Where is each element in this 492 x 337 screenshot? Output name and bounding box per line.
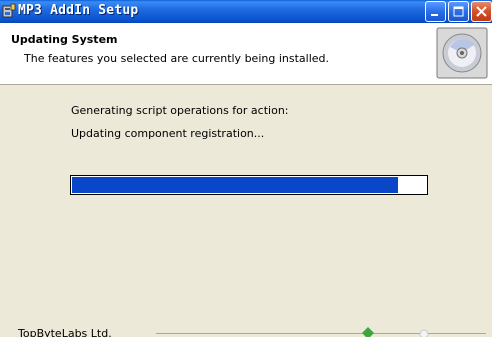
header-title: Updating System [11,33,118,46]
close-icon [476,6,487,17]
status-action: Updating component registration... [71,127,265,140]
next-button-edge[interactable] [419,329,429,337]
dialog-header: Updating System The features you selecte… [0,23,492,85]
installer-icon [2,3,16,18]
maximize-icon [453,6,464,17]
status-label: Generating script operations for action: [71,104,289,117]
progress-bar [70,175,428,195]
title-bar[interactable]: MP3 AddIn Setup [0,0,492,23]
header-subtitle: The features you selected are currently … [24,52,329,65]
back-button-edge[interactable] [362,327,374,337]
minimize-button[interactable] [425,1,446,22]
window-title: MP3 AddIn Setup [18,3,139,18]
maximize-button[interactable] [448,1,469,22]
footer-divider [156,333,486,334]
cd-disc-icon [436,27,488,79]
close-button[interactable] [471,1,492,22]
progress-fill [72,177,398,193]
minimize-icon [431,14,438,16]
brand-label: TopByteLabs Ltd. [18,327,112,337]
